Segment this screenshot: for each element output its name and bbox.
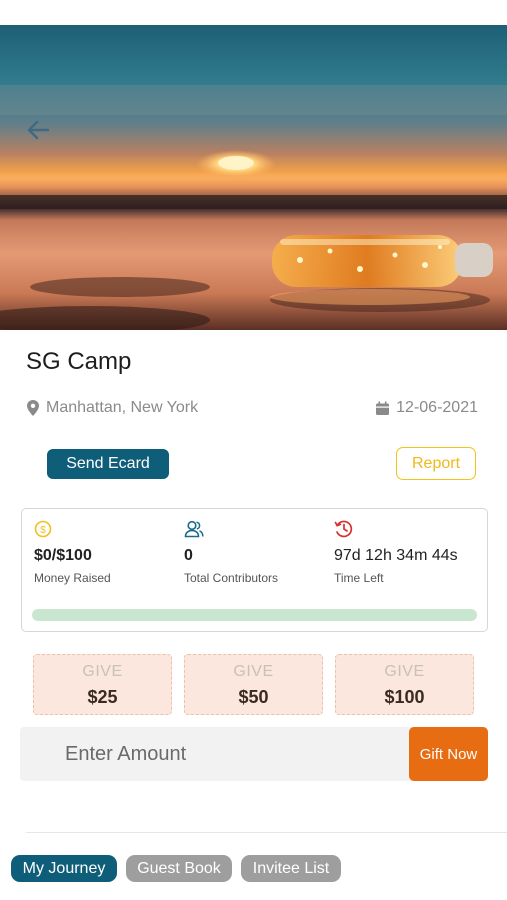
amount-input[interactable]	[20, 727, 408, 781]
tab-invitee-list[interactable]: Invitee List	[241, 855, 341, 882]
tab-guest-book[interactable]: Guest Book	[126, 855, 232, 882]
location-text: Manhattan, New York	[46, 399, 199, 416]
location-pin-icon	[27, 400, 39, 416]
give-option-100[interactable]: GIVE $100	[335, 654, 474, 715]
time-left-value: 97d 12h 34m 44s	[334, 547, 458, 564]
hero-image	[0, 25, 507, 330]
give-amount: $100	[384, 687, 425, 707]
give-label: GIVE	[82, 663, 123, 680]
give-amount: $50	[238, 687, 269, 707]
give-amount: $25	[87, 687, 118, 707]
report-button[interactable]: Report	[396, 447, 476, 480]
give-option-25[interactable]: GIVE $25	[33, 654, 172, 715]
gift-now-button[interactable]: Gift Now	[409, 727, 488, 781]
users-icon	[184, 520, 204, 538]
coin-icon: $	[34, 520, 52, 538]
contributors-label: Total Contributors	[184, 571, 279, 585]
send-ecard-button[interactable]: Send Ecard	[47, 449, 169, 479]
divider	[26, 832, 507, 833]
progress-bar	[32, 609, 477, 621]
give-label: GIVE	[233, 663, 274, 680]
give-label: GIVE	[384, 663, 425, 680]
date: 12-06-2021	[375, 399, 478, 417]
location: Manhattan, New York	[26, 399, 198, 417]
sunset-bottle-image	[0, 25, 507, 330]
clock-history-icon	[334, 520, 353, 538]
campaign-meta: Manhattan, New York 12-06-2021	[26, 396, 478, 420]
give-option-50[interactable]: GIVE $50	[184, 654, 323, 715]
contributors-value: 0	[184, 547, 193, 564]
time-left-label: Time Left	[334, 571, 384, 585]
money-raised-stat: $ $0/$100 Money Raised	[34, 519, 184, 585]
back-button[interactable]	[22, 115, 56, 145]
amount-row: Gift Now	[20, 727, 488, 781]
date-text: 12-06-2021	[396, 399, 478, 416]
money-raised-value: $0/$100	[34, 547, 92, 564]
tab-my-journey[interactable]: My Journey	[11, 855, 117, 882]
svg-text:$: $	[40, 525, 46, 536]
stats-card: $ $0/$100 Money Raised 0 Total Contribut…	[21, 508, 488, 632]
contributors-stat: 0 Total Contributors	[184, 519, 334, 585]
money-raised-label: Money Raised	[34, 571, 111, 585]
page-title: SG Camp	[26, 348, 132, 375]
calendar-icon	[376, 401, 390, 415]
time-left-stat: 97d 12h 34m 44s Time Left	[334, 519, 484, 585]
arrow-left-icon	[27, 120, 50, 140]
